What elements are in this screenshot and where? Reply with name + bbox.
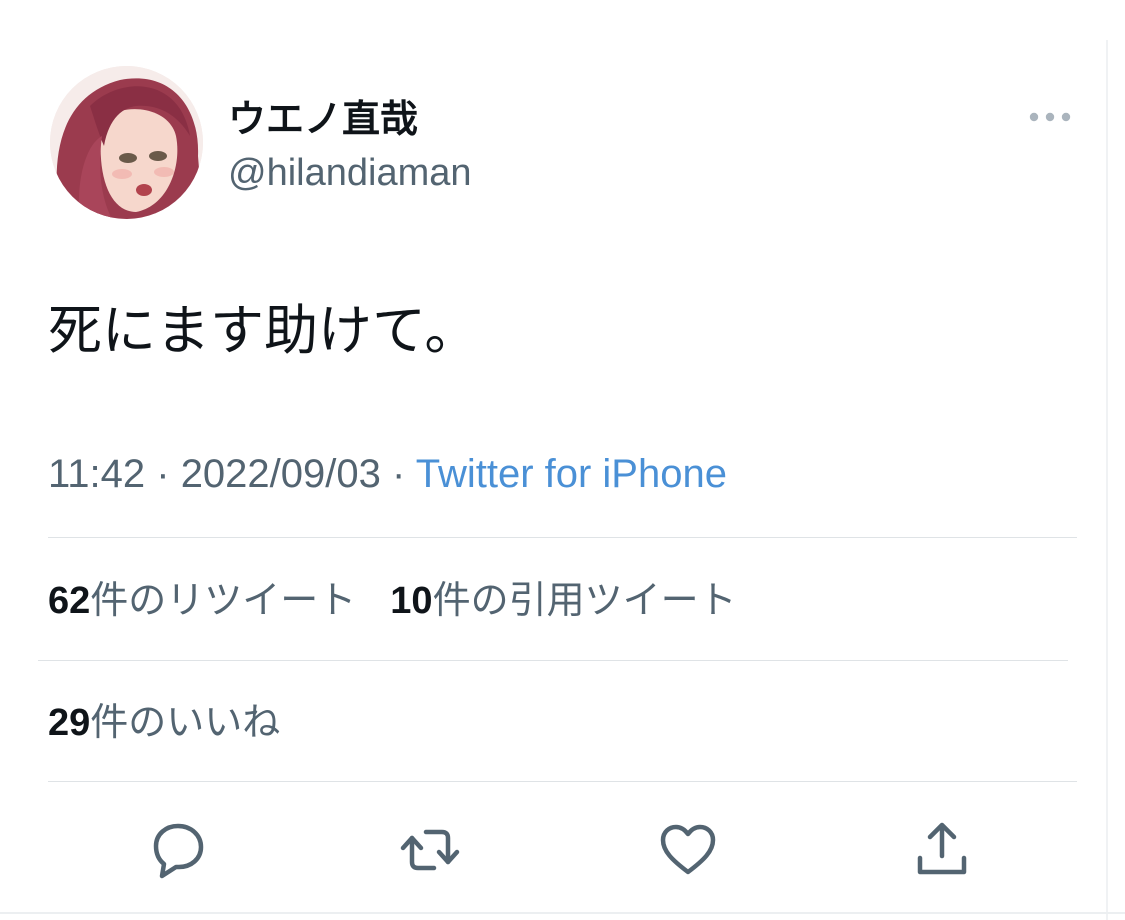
more-icon [1029,112,1071,122]
divider [38,660,1068,661]
right-edge-divider [1106,40,1108,920]
like-button[interactable] [656,818,720,882]
tweet-text: 死にます助けて。 [48,299,479,362]
author-display-name[interactable]: ウエノ直哉 [228,96,418,142]
quotes-count: 10 [390,580,433,622]
engagement-stats-row: 62件のリツイート 10件の引用ツイート [48,576,737,625]
retweet-icon [400,829,460,871]
quotes-stat[interactable]: 10件の引用ツイート [390,578,736,622]
tweet-meta: 11:42 · 2022/09/03 · Twitter for iPhone [48,448,727,500]
meta-separator: · [380,452,416,496]
quotes-label: 件の引用ツイート [432,578,737,622]
likes-count: 29 [48,702,91,744]
divider [48,537,1077,538]
divider [48,781,1077,782]
share-icon [917,822,967,875]
reply-icon [153,823,204,879]
like-icon [660,824,716,875]
meta-separator: · [145,452,181,496]
likes-label: 件のいいね [90,700,281,744]
share-button[interactable] [910,818,974,882]
retweets-label: 件のリツイート [90,578,357,622]
tweet-date[interactable]: 2022/09/03 [181,452,381,496]
retweet-button[interactable] [398,818,462,882]
likes-stat[interactable]: 29件のいいね [48,700,280,744]
bottom-divider [0,912,1125,914]
avatar[interactable] [50,66,203,219]
tweet-time[interactable]: 11:42 [48,452,145,496]
likes-stats-row: 29件のいいね [48,698,280,747]
retweets-count: 62 [48,580,91,622]
avatar-illustration [50,66,203,219]
tweet-source-link[interactable]: Twitter for iPhone [416,452,727,496]
retweets-stat[interactable]: 62件のリツイート [48,578,356,622]
author-handle[interactable]: @hilandiaman [228,150,472,196]
reply-button[interactable] [146,818,210,882]
more-options-button[interactable] [1024,100,1076,134]
